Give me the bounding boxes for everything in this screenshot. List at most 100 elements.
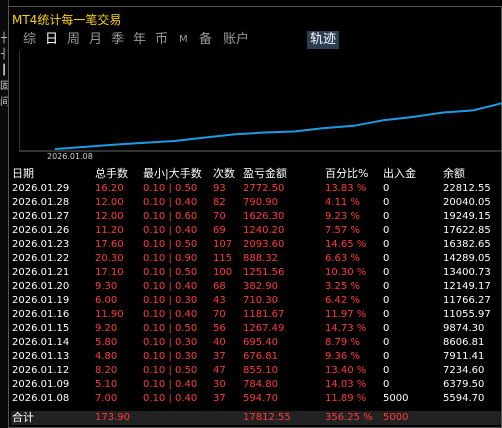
row-percent: 3.25 % bbox=[325, 281, 360, 292]
tab-quarterly[interactable]: 季 bbox=[111, 31, 124, 49]
row-pnl: 1267.49 bbox=[243, 323, 285, 334]
total-lots: 173.90 bbox=[95, 412, 130, 423]
row-percent: 7.57 % bbox=[325, 225, 360, 236]
row-balance: 22812.55 bbox=[443, 183, 491, 194]
row-total-lots: 7.00 bbox=[95, 393, 118, 404]
row-balance: 7234.60 bbox=[443, 365, 485, 376]
row-date: 2026.01.14 bbox=[12, 337, 70, 348]
window-title: MT4统计每一笔交易 bbox=[12, 13, 122, 27]
table-row[interactable]: 2026.01.27 12.00 0.10 | 0.60 70 1626.30 9.23 … bbox=[11, 210, 501, 224]
row-pnl: 594.70 bbox=[243, 393, 278, 404]
header-balance[interactable]: 余额 bbox=[443, 167, 465, 181]
row-count: 68 bbox=[213, 281, 226, 292]
tab-daily[interactable]: 日 bbox=[45, 31, 58, 49]
table-row[interactable]: 2026.01.19 6.00 0.10 | 0.30 43 710.30 6.42 % 0… bbox=[11, 294, 501, 308]
header-count[interactable]: 次数 bbox=[213, 167, 235, 181]
total-percent: 356.25 % bbox=[325, 412, 373, 423]
row-total-lots: 9.20 bbox=[95, 323, 118, 334]
row-deposit-withdraw: 0 bbox=[383, 309, 390, 320]
fixed-icon[interactable]: 固 bbox=[0, 82, 10, 92]
row-total-lots: 9.30 bbox=[95, 281, 118, 292]
tab-trajectory[interactable]: 轨迹 bbox=[307, 31, 340, 49]
table-row[interactable]: 2026.01.15 9.20 0.10 | 0.50 56 1267.49 14.73 … bbox=[11, 322, 501, 336]
header-total-lots[interactable]: 总手数 bbox=[95, 167, 128, 181]
row-date: 2026.01.16 bbox=[12, 309, 70, 320]
table-row[interactable]: 2026.01.22 20.30 0.10 | 0.90 115 888.32 6.63 … bbox=[11, 252, 501, 266]
line-tool-icon[interactable]: ┤ bbox=[0, 50, 8, 60]
table-row[interactable]: 2026.01.20 9.30 0.10 | 0.40 68 382.90 3.25 % 0… bbox=[11, 280, 501, 294]
row-balance: 19249.15 bbox=[443, 211, 491, 222]
tab-summary[interactable]: 综 bbox=[23, 31, 36, 49]
header-percent[interactable]: 百分比% bbox=[325, 167, 368, 181]
row-balance: 6379.50 bbox=[443, 379, 485, 390]
row-percent: 9.36 % bbox=[325, 351, 360, 362]
tab-weekly[interactable]: 周 bbox=[67, 31, 80, 49]
row-deposit-withdraw: 0 bbox=[383, 295, 390, 306]
row-percent: 14.73 % bbox=[325, 323, 367, 334]
chart-x-start-label: 2026.01.08 bbox=[47, 152, 93, 161]
row-deposit-withdraw: 0 bbox=[383, 351, 390, 362]
table-row[interactable]: 2026.01.16 11.90 0.10 | 0.40 70 1181.67 11.97… bbox=[11, 308, 501, 322]
tab-notes[interactable]: 备 bbox=[199, 31, 212, 49]
row-deposit-withdraw: 0 bbox=[383, 267, 390, 278]
row-date: 2026.01.29 bbox=[12, 183, 70, 194]
table-row[interactable]: 2026.01.08 7.00 0.10 | 0.40 37 594.70 11.89 %… bbox=[11, 392, 501, 406]
tab-account[interactable]: 账户 bbox=[223, 31, 249, 49]
row-total-lots: 17.10 bbox=[95, 267, 124, 278]
header-pnl[interactable]: 盈亏金额 bbox=[243, 167, 287, 181]
row-min-max-lots: 0.10 | 0.40 bbox=[143, 379, 198, 390]
table-row[interactable]: 2026.01.28 12.00 0.10 | 0.40 82 790.90 4.11 %… bbox=[11, 196, 501, 210]
row-min-max-lots: 0.10 | 0.30 bbox=[143, 295, 198, 306]
table-row[interactable]: 2026.01.23 17.60 0.10 | 0.50 107 2093.60 14.6… bbox=[11, 238, 501, 252]
row-min-max-lots: 0.10 | 0.60 bbox=[143, 211, 198, 222]
window-titlebar[interactable]: MT4统计每一笔交易 bbox=[9, 7, 501, 29]
row-pnl: 1240.20 bbox=[243, 225, 285, 236]
row-deposit-withdraw: 0 bbox=[383, 253, 390, 264]
row-deposit-withdraw: 0 bbox=[383, 379, 390, 390]
row-deposit-withdraw: 0 bbox=[383, 365, 390, 376]
row-deposit-withdraw: 0 bbox=[383, 281, 390, 292]
row-percent: 6.42 % bbox=[325, 295, 360, 306]
row-min-max-lots: 0.10 | 0.40 bbox=[143, 393, 198, 404]
table-row[interactable]: 2026.01.12 8.20 0.10 | 0.50 47 855.10 13.40 %… bbox=[11, 364, 501, 378]
row-date: 2026.01.28 bbox=[12, 197, 70, 208]
table-row[interactable]: 2026.01.29 16.20 0.10 | 0.50 93 2772.50 13.83… bbox=[11, 182, 501, 196]
row-min-max-lots: 0.10 | 0.50 bbox=[143, 323, 198, 334]
table-row[interactable]: 2026.01.09 5.10 0.10 | 0.40 30 784.80 14.03 %… bbox=[11, 378, 501, 392]
row-pnl: 790.90 bbox=[243, 197, 278, 208]
table-row[interactable]: 2026.01.21 17.10 0.10 | 0.50 100 1251.56 10.3… bbox=[11, 266, 501, 280]
row-date: 2026.01.27 bbox=[12, 211, 70, 222]
tab-yearly[interactable]: 年 bbox=[133, 31, 146, 49]
row-deposit-withdraw: 0 bbox=[383, 337, 390, 348]
row-pnl: 784.80 bbox=[243, 379, 278, 390]
table-row[interactable]: 2026.01.13 4.80 0.10 | 0.30 37 676.81 9.36 % 0… bbox=[11, 350, 501, 364]
table-row[interactable]: 2026.01.14 5.80 0.10 | 0.30 40 695.40 8.79 % 0… bbox=[11, 336, 501, 350]
row-pnl: 676.81 bbox=[243, 351, 278, 362]
row-date: 2026.01.09 bbox=[12, 379, 70, 390]
total-deposit: 5000 bbox=[383, 412, 409, 423]
row-total-lots: 16.20 bbox=[95, 183, 124, 194]
row-count: 93 bbox=[213, 183, 226, 194]
row-total-lots: 11.90 bbox=[95, 309, 124, 320]
bar-tool-icon[interactable]: ┃ bbox=[0, 66, 8, 76]
row-count: 40 bbox=[213, 337, 226, 348]
header-date[interactable]: 日期 bbox=[12, 167, 34, 181]
tab-monthly[interactable]: 月 bbox=[89, 31, 102, 49]
period-icon[interactable]: 间 bbox=[0, 98, 10, 108]
row-count: 37 bbox=[213, 351, 226, 362]
row-date: 2026.01.19 bbox=[12, 295, 70, 306]
total-pnl: 17812.55 bbox=[243, 412, 291, 423]
tab-m[interactable]: M bbox=[179, 31, 188, 49]
row-percent: 11.89 % bbox=[325, 393, 367, 404]
row-percent: 14.65 % bbox=[325, 239, 367, 250]
crosshair-icon[interactable]: ┼ bbox=[0, 34, 8, 44]
row-count: 100 bbox=[213, 267, 233, 278]
header-min-max-lots[interactable]: 最小|大手数 bbox=[143, 167, 202, 181]
row-deposit-withdraw: 0 bbox=[383, 323, 390, 334]
tab-currency[interactable]: 币 bbox=[155, 31, 168, 49]
table-row[interactable]: 2026.01.26 11.20 0.10 | 0.40 69 1240.20 7.57 … bbox=[11, 224, 501, 238]
row-total-lots: 12.00 bbox=[95, 197, 124, 208]
row-total-lots: 5.80 bbox=[95, 337, 118, 348]
row-total-lots: 12.00 bbox=[95, 211, 124, 222]
header-deposit-withdraw[interactable]: 出入金 bbox=[383, 167, 416, 181]
